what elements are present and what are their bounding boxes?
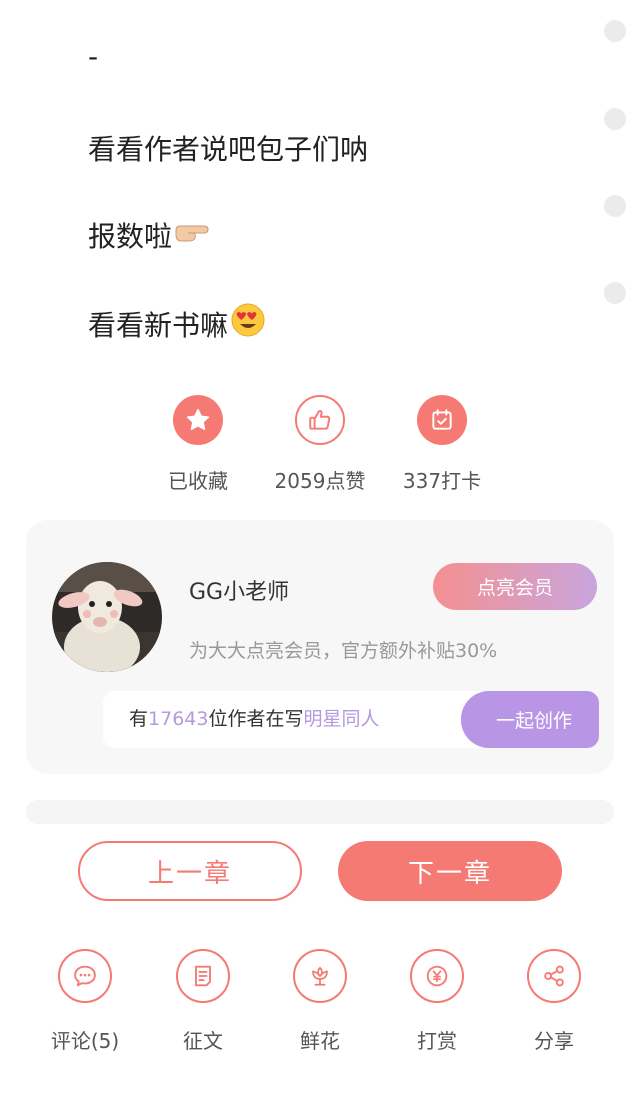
share-button[interactable]: 分享 (499, 947, 609, 1054)
star-icon (173, 395, 223, 445)
comment-label: 评论(5) (50, 1029, 120, 1053)
author-name[interactable]: GG小老师 (189, 574, 289, 606)
author-card: GG小老师 点亮会员 为大大点亮会员，官方额外补贴30% 有17643位作者在写… (26, 520, 614, 774)
paragraph-text: - (88, 40, 99, 73)
co-create-text: 有17643位作者在写明星同人 (129, 691, 380, 748)
co-create-bar: 有17643位作者在写明星同人 一起创作 (103, 691, 599, 748)
paragraph-line-4: 看看新书嘛 (88, 302, 266, 345)
topic-tag[interactable]: 明星同人 (303, 708, 379, 730)
comment-button[interactable]: 评论(5) (30, 947, 140, 1054)
member-description: 为大大点亮会员，官方额外补贴30% (189, 640, 498, 662)
prev-chapter-button[interactable]: 上一章 (78, 841, 302, 901)
share-icon (527, 949, 581, 1003)
paragraph-line-2: 看看作者说吧包子们呐 (88, 128, 368, 168)
paragraph-comment-dot[interactable] (604, 108, 626, 130)
checkin-count: 337打卡 (402, 469, 482, 493)
author-count: 17643 (148, 708, 209, 730)
reward-button[interactable]: 打赏 (382, 947, 492, 1054)
bottom-toolbar: 评论(5) 征文 鲜花 打赏 分享 (0, 947, 640, 1057)
paragraph-text: 看看作者说吧包子们呐 (88, 133, 369, 166)
paragraph-text: 报数啦 (88, 220, 173, 253)
paragraph-line-1: - (88, 40, 98, 73)
checkin-button[interactable]: 337打卡 (372, 393, 512, 494)
section-divider (26, 800, 614, 824)
pointing-finger-emoji-icon (174, 219, 210, 252)
chapter-action-row: 已收藏 2059点赞 337打卡 (0, 393, 640, 503)
create-together-button[interactable]: 一起创作 (461, 691, 599, 748)
reward-label: 打赏 (417, 1029, 457, 1053)
share-label: 分享 (534, 1029, 574, 1053)
paragraph-comment-dot[interactable] (604, 20, 626, 42)
paragraph-line-3: 报数啦 (88, 215, 210, 255)
paragraph-text: 看看新书嘛 (88, 308, 229, 342)
create-middle: 位作者在写 (208, 708, 304, 730)
thumbs-up-icon (295, 395, 345, 445)
comment-icon (58, 949, 112, 1003)
like-button[interactable]: 2059点赞 (250, 393, 390, 494)
light-up-member-button[interactable]: 点亮会员 (433, 563, 597, 610)
author-avatar[interactable] (52, 562, 162, 672)
heart-eyes-emoji-icon (230, 302, 266, 345)
essay-icon (176, 949, 230, 1003)
flower-button[interactable]: 鲜花 (265, 947, 375, 1054)
next-chapter-button[interactable]: 下一章 (338, 841, 562, 901)
collect-button[interactable]: 已收藏 (128, 393, 268, 494)
calendar-check-icon (417, 395, 467, 445)
essay-button[interactable]: 征文 (148, 947, 258, 1054)
essay-label: 征文 (183, 1029, 223, 1053)
like-count: 2059点赞 (274, 469, 366, 493)
paragraph-comment-dot[interactable] (604, 195, 626, 217)
reward-icon (410, 949, 464, 1003)
flower-label: 鲜花 (300, 1029, 340, 1053)
create-prefix: 有 (129, 708, 149, 730)
paragraph-comment-dot[interactable] (604, 282, 626, 304)
flower-icon (293, 949, 347, 1003)
collect-label: 已收藏 (168, 469, 228, 493)
